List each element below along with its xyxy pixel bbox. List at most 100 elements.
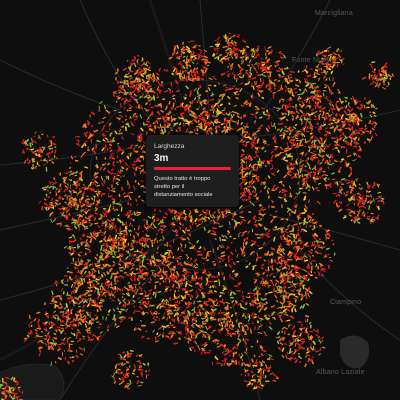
- sidewalk-segment: [314, 110, 318, 113]
- sidewalk-segment: [222, 292, 226, 295]
- sidewalk-segment: [214, 43, 221, 46]
- sidewalk-segment: [163, 118, 166, 122]
- sidewalk-segment: [240, 247, 243, 252]
- sidewalk-segment: [274, 226, 277, 228]
- sidewalk-segment: [161, 260, 165, 264]
- sidewalk-segment: [85, 323, 87, 328]
- sidewalk-segment: [127, 71, 130, 74]
- sidewalk-segment: [318, 77, 321, 81]
- sidewalk-segment: [113, 314, 116, 320]
- sidewalk-segment: [249, 185, 253, 188]
- sidewalk-segment: [167, 112, 172, 115]
- sidewalk-segment: [94, 287, 100, 290]
- sidewalk-segment: [298, 103, 303, 108]
- sidewalk-segment: [149, 277, 152, 282]
- sidewalk-segment: [346, 155, 352, 158]
- sidewalk-segment: [199, 101, 202, 105]
- sidewalk-segment: [203, 247, 206, 251]
- sidewalk-segment: [101, 232, 105, 234]
- sidewalk-segment: [129, 116, 132, 119]
- sidewalk-segment: [84, 244, 90, 247]
- sidewalk-segment: [219, 213, 222, 217]
- sidewalk-segment: [185, 48, 190, 52]
- sidewalk-segment: [239, 231, 243, 234]
- sidewalk-segment: [140, 62, 145, 67]
- sidewalk-segment: [332, 82, 336, 86]
- sidewalk-segment: [157, 117, 162, 120]
- sidewalk-segment: [230, 277, 235, 280]
- sidewalk-segment: [325, 138, 327, 143]
- sidewalk-segment: [116, 325, 120, 328]
- sidewalk-segment: [150, 321, 156, 324]
- sidewalk-segment: [193, 247, 196, 250]
- sidewalk-segment: [194, 258, 197, 263]
- sidewalk-segment: [75, 171, 79, 174]
- sidewalk-segment: [91, 318, 95, 321]
- sidewalk-segment: [211, 98, 215, 101]
- sidewalk-segment: [136, 87, 139, 91]
- sidewalk-segment: [186, 120, 190, 123]
- sidewalk-segment: [216, 342, 219, 345]
- sidewalk-segment: [177, 275, 180, 277]
- sidewalk-segment: [72, 234, 75, 238]
- sidewalk-segment: [98, 258, 101, 263]
- sidewalk-segment: [242, 51, 245, 54]
- sidewalk-segment: [198, 122, 201, 126]
- sidewalk-segment: [123, 195, 129, 198]
- sidewalk-segment: [212, 114, 217, 118]
- sidewalk-segment: [117, 150, 120, 153]
- sidewalk-segment: [216, 215, 219, 219]
- sidewalk-segment: [227, 66, 229, 68]
- sidewalk-segment: [299, 225, 301, 228]
- sidewalk-segment: [235, 35, 240, 38]
- sidewalk-segment: [83, 254, 85, 257]
- sidewalk-segment: [133, 93, 136, 96]
- sidewalk-segment: [325, 71, 328, 76]
- sidewalk-segment: [115, 181, 119, 185]
- sidewalk-segment: [241, 149, 245, 152]
- sidewalk-segment: [284, 238, 288, 241]
- sidewalk-segment: [307, 271, 311, 276]
- sidewalk-segment: [204, 310, 208, 313]
- sidewalk-segment: [150, 222, 153, 226]
- sidewalk-segment: [297, 229, 300, 232]
- map-canvas[interactable]: Marcigliana Fonte Nuova Ciampino Albano …: [0, 0, 400, 400]
- sidewalk-segment: [341, 145, 346, 149]
- sidewalk-segment: [128, 186, 131, 189]
- sidewalk-segment: [112, 222, 115, 226]
- sidewalk-segment: [269, 159, 273, 162]
- sidewalk-segment: [364, 127, 368, 131]
- sidewalk-segment: [179, 313, 183, 317]
- sidewalk-segment: [111, 294, 115, 297]
- sidewalk-segment: [244, 340, 247, 345]
- sidewalk-segment: [229, 323, 232, 326]
- sidewalk-segment: [187, 106, 190, 111]
- sidewalk-segment: [283, 278, 287, 281]
- sidewalk-segment: [339, 180, 342, 184]
- sidewalk-segment: [182, 41, 184, 46]
- sidewalk-segment: [106, 239, 111, 242]
- sidewalk-segment: [337, 170, 341, 173]
- sidewalk-segment: [94, 207, 98, 210]
- sidewalk-segment: [173, 209, 178, 213]
- sidewalk-segment: [153, 219, 156, 223]
- sidewalk-segment: [375, 107, 378, 110]
- sidewalk-segment: [316, 85, 319, 89]
- sidewalk-segment: [199, 245, 202, 249]
- sidewalk-segment: [297, 237, 302, 241]
- sidewalk-segment: [119, 275, 125, 279]
- sidewalk-segment: [87, 245, 91, 248]
- sidewalk-segment: [201, 116, 206, 120]
- sidewalk-segment: [217, 271, 220, 276]
- sidewalk-segment: [148, 66, 151, 70]
- sidewalk-segment: [263, 113, 267, 116]
- sidewalk-segment: [118, 317, 123, 321]
- sidewalk-segment: [336, 106, 339, 111]
- sidewalk-segment: [309, 95, 314, 98]
- sidewalk-segment: [255, 177, 258, 180]
- sidewalk-segment: [64, 356, 67, 361]
- sidewalk-segment: [110, 152, 115, 155]
- sidewalk-segment: [112, 161, 115, 164]
- sidewalk-segment: [104, 105, 106, 110]
- sidewalk-segment: [133, 62, 137, 68]
